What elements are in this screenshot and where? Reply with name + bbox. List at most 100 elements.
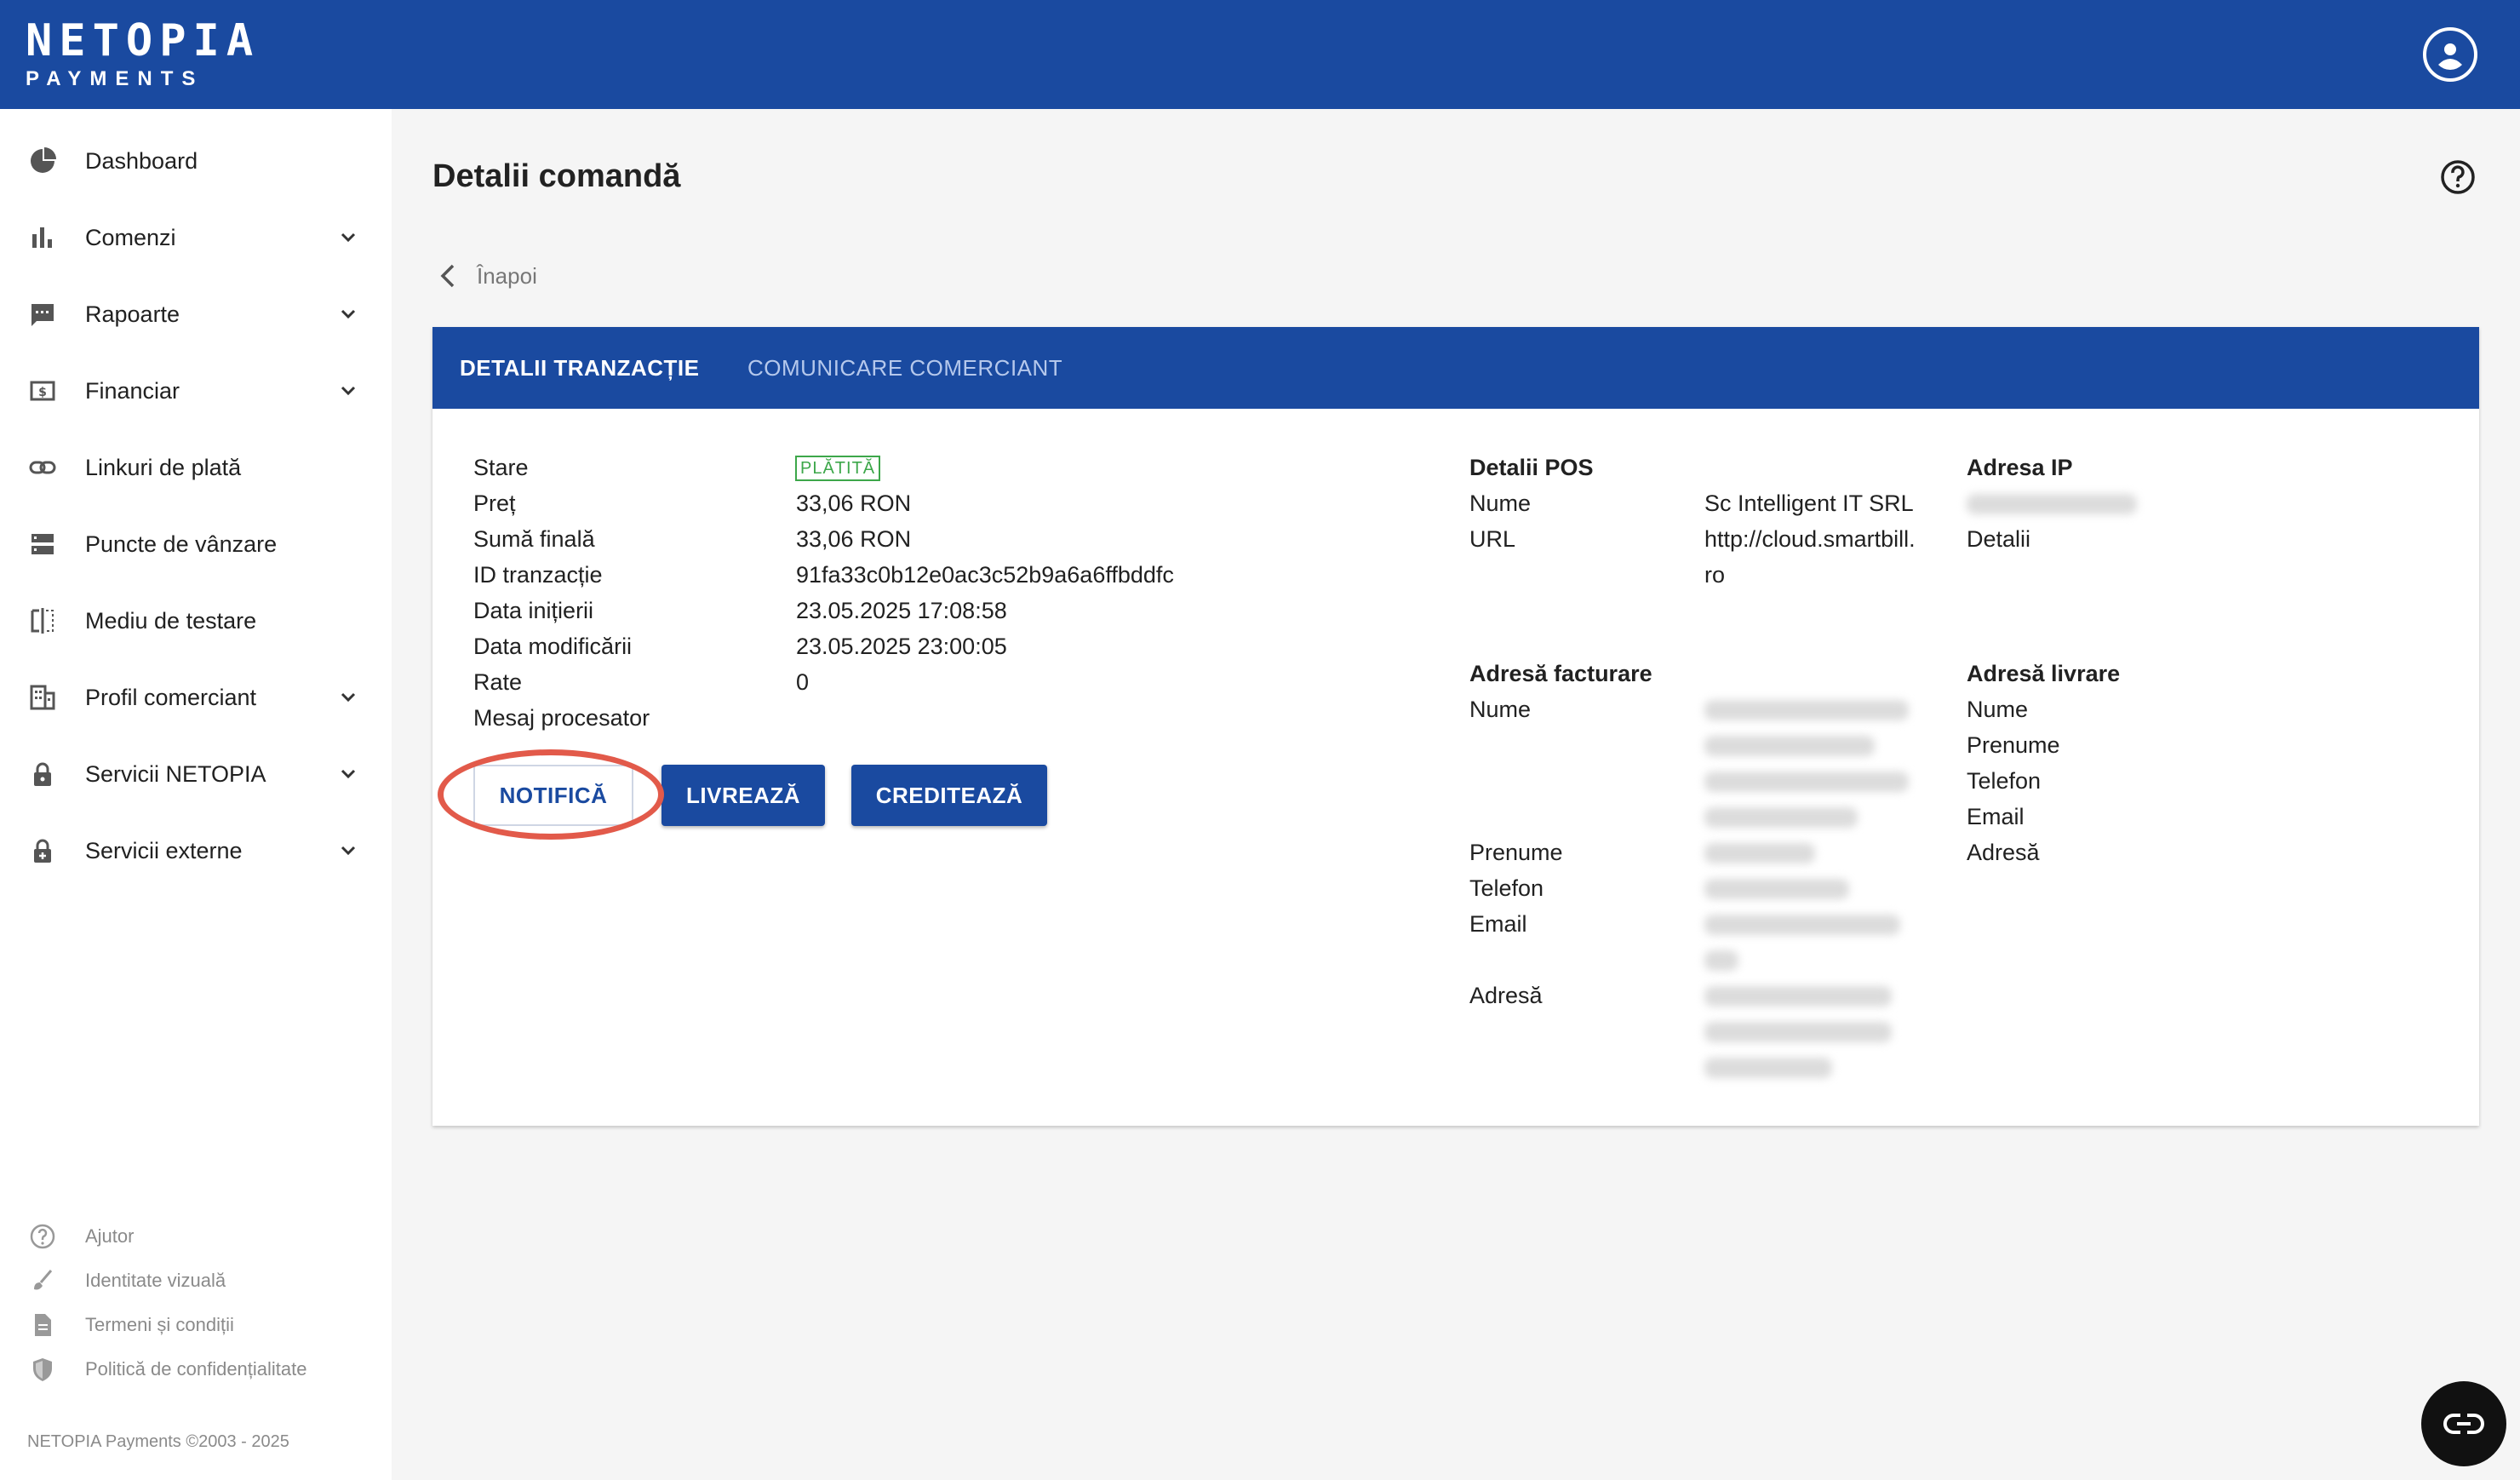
redacted-value [1704,736,1875,756]
redacted-value [1704,915,1900,935]
document-icon [35,1314,51,1336]
sidebar-item-servicii-netopia[interactable]: Servicii NETOPIA [0,736,392,812]
sidebar-item-dashboard[interactable]: Dashboard [0,123,392,199]
pret-value: 33,06 RON [796,490,912,516]
redacted-value [1704,700,1909,720]
data-initierii-value: 23.05.2025 17:08:58 [796,598,1007,623]
pos-url-label: URL [1469,526,1516,552]
tab-detalii-tranzactie[interactable]: DETALII TRANZACȚIE [460,327,700,409]
pos-url-value[interactable]: http://cloud.smartbill. [1704,521,1916,557]
sidebar-item-linkuri-de-plata[interactable]: Linkuri de plată [0,429,392,506]
pos-nume-value: Sc Intelligent IT SRL [1704,490,1914,516]
tab-bar: DETALII TRANZACȚIE COMUNICARE COMERCIANT [432,327,2479,409]
rate-value: 0 [796,669,810,695]
redacted-value [1704,879,1849,899]
sidebar-item-label: Dashboard [85,147,198,174]
shield-icon [33,1358,52,1381]
help-icon[interactable] [2440,159,2476,195]
sidebar-footer-politica[interactable]: Politică de confidențialitate [0,1347,392,1391]
billing-prenume-label: Prenume [1469,840,1563,865]
sidebar-item-label: Rapoarte [85,301,180,327]
redacted-value [1704,772,1909,792]
sidebar-footer-identitate-vizuala[interactable]: Identitate vizuală [0,1259,392,1303]
building-icon [27,682,58,713]
bar-chart-icon [27,222,58,253]
billing-adresa-label: Adresă [1469,983,1543,1008]
sidebar-item-mediu-de-testare[interactable]: Mediu de testare [0,582,392,659]
sidebar-item-servicii-externe[interactable]: Servicii externe [0,812,392,889]
ip-value-redacted [1967,494,2137,514]
sidebar-footer-label: Politică de confidențialitate [85,1358,307,1380]
sidebar-item-profil-comerciant[interactable]: Profil comerciant [0,659,392,736]
sidebar-footer-label: Ajutor [85,1225,135,1247]
svg-text:$: $ [38,386,47,399]
redacted-value [1704,807,1858,828]
sidebar-item-label: Comenzi [85,224,176,250]
stare-label: Stare [473,455,529,480]
data-modificarii-value: 23.05.2025 23:00:05 [796,634,1007,659]
suma-finala-value: 33,06 RON [796,526,912,552]
storage-icon [27,529,58,559]
pret-label: Preț [473,490,516,516]
highlight-annotation [438,749,664,840]
pos-heading: Detalii POS [1469,455,1594,480]
sidebar-item-label: Financiar [85,377,180,404]
message-icon [27,299,58,330]
ip-details-link[interactable]: Detalii [1967,521,2030,557]
chevron-down-icon [341,386,356,396]
sidebar-footer-termeni[interactable]: Termeni și condiții [0,1303,392,1347]
compare-icon [27,605,58,636]
chevron-down-icon [341,769,356,779]
sidebar-item-label: Profil comerciant [85,684,257,710]
sidebar-footer-label: Termeni și condiții [85,1314,234,1335]
sidebar-footer-label: Identitate vizuală [85,1270,226,1291]
sidebar-footer-ajutor[interactable]: Ajutor [0,1214,392,1259]
chevron-down-icon [341,846,356,856]
chevron-down-icon [341,692,356,703]
data-modificarii-label: Data modificării [473,634,633,659]
crediteaza-button[interactable]: CREDITEAZĂ [851,765,1047,826]
money-icon: $ [27,376,58,406]
pie-chart-icon [27,146,58,176]
redacted-value [1704,843,1815,863]
delivery-heading: Adresă livrare [1967,661,2121,686]
back-label: Înapoi [477,262,537,289]
ip-heading: Adresa IP [1967,455,2073,480]
brush-icon [34,1270,53,1290]
sidebar-item-financiar[interactable]: $ Financiar [0,353,392,429]
account-button[interactable] [2423,27,2477,82]
billing-nume-label: Nume [1469,697,1532,722]
status-badge: PLĂTITĂ [795,456,881,481]
top-bar: NETOPIA PAYMENTS [0,0,2520,109]
rate-label: Rate [473,669,523,695]
sidebar-item-puncte-de-vanzare[interactable]: Puncte de vânzare [0,506,392,582]
back-link[interactable]: Înapoi [436,257,537,295]
chevron-down-icon [341,232,356,243]
delivery-prenume-label: Prenume [1967,732,2060,758]
chevron-left-icon [440,264,455,288]
suma-finala-label: Sumă finală [473,526,595,552]
sidebar-item-label: Servicii NETOPIA [85,760,266,787]
delivery-nume-label: Nume [1967,697,2029,722]
redacted-value [1704,1058,1832,1078]
sidebar-item-comenzi[interactable]: Comenzi [0,199,392,276]
sidebar-item-rapoarte[interactable]: Rapoarte [0,276,392,353]
sidebar-item-label: Puncte de vânzare [85,531,278,557]
livreaza-button[interactable]: LIVREAZĂ [662,765,825,826]
page-title: Detalii comandă [432,158,681,194]
sidebar: Dashboard Comenzi Rapoarte $ Financiar L… [0,109,392,1480]
chat-icon [2443,1414,2484,1434]
sidebar-item-label: Linkuri de plată [85,454,242,480]
data-initierii-label: Data inițierii [473,598,594,623]
chat-button[interactable] [2421,1381,2506,1466]
pos-url-value-cont[interactable]: ro [1704,557,1725,593]
lock-plus-icon [27,835,58,866]
copyright-text: NETOPIA Payments ©2003 - 2025 [27,1432,289,1451]
lock-icon [27,759,58,789]
order-details-card: DETALII TRANZACȚIE COMUNICARE COMERCIANT… [432,327,2479,1126]
billing-heading: Adresă facturare [1469,661,1652,686]
netopia-logo[interactable]: NETOPIA PAYMENTS [26,15,260,92]
logo-main-text: NETOPIA [26,15,261,66]
billing-email-label: Email [1469,911,1527,937]
tab-comunicare-comerciant[interactable]: COMUNICARE COMERCIANT [747,327,1062,409]
